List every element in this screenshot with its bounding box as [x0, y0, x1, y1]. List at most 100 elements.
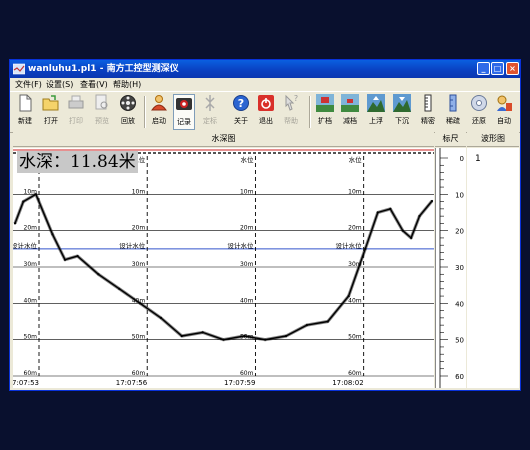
design-level-label: 设计水位	[13, 241, 38, 250]
depth-point	[63, 258, 67, 261]
restore-button[interactable]: 还原	[468, 94, 490, 130]
depth-point	[51, 233, 54, 236]
design-level-label: 设计水位	[336, 241, 363, 250]
ruler-tick-label: 50	[455, 337, 464, 345]
depth-chart-svg: 17:07:53 10m 20m 30m 40m 50m 60m 设计水位 水位 17:07:56…	[10, 149, 434, 387]
print-icon	[68, 95, 84, 109]
ruler-tick-label: 30	[455, 264, 464, 272]
depth-tick-label: 60m	[348, 370, 362, 377]
time-label: 17:08:02	[332, 379, 363, 387]
preview-icon	[95, 94, 108, 110]
depth-point	[97, 273, 100, 276]
depth-tick-label: 30m	[24, 261, 38, 268]
reduce-range-icon	[341, 94, 359, 112]
menu-help[interactable]: 帮助(H)	[113, 78, 141, 91]
wave-panel-title: 波形图	[467, 132, 519, 147]
playback-button[interactable]: 回放	[117, 94, 139, 130]
depth-point	[159, 316, 163, 319]
depth-tick-label: 60m	[24, 370, 38, 377]
sparse-button[interactable]: 稀疏	[442, 94, 464, 130]
depth-point	[201, 331, 204, 334]
depth-point	[22, 200, 25, 203]
depth-point	[364, 247, 367, 250]
window-title: wanluhu1.pl1 - 南方工控型测深仪	[28, 64, 179, 74]
time-label: 17:07:59	[224, 379, 255, 387]
depth-tick-label: 30m	[132, 261, 146, 268]
auto-label: 自动	[497, 117, 511, 125]
depth-tick-label: 40m	[24, 297, 38, 304]
help-button[interactable]: ? 帮助	[280, 94, 302, 130]
depth-readout: 水深：11.84米	[17, 151, 138, 173]
toolbar: 新建 打开 打印 预览 回放 启动 记录 定标 ? 关于 退出 ? 帮助 扩档 …	[10, 91, 520, 133]
ruler-svg: 0 10 20 30 40 50 60	[439, 148, 464, 388]
depth-point	[430, 199, 434, 203]
ruler-tick-label: 20	[455, 228, 464, 236]
depth-point	[118, 287, 121, 290]
menu-file[interactable]: 文件(F)	[15, 78, 42, 91]
reduce-range-button[interactable]: 减档	[339, 94, 361, 130]
calibrate-button[interactable]: 定标	[199, 94, 221, 130]
title-bar[interactable]: wanluhu1.pl1 - 南方工控型测深仪 _ □ ×	[10, 60, 520, 78]
auto-button[interactable]: 自动	[493, 94, 515, 130]
sink-down-icon	[393, 94, 411, 112]
ruler-tick-label: 10	[455, 191, 464, 199]
chart-panel-title: 水深图	[13, 132, 434, 147]
wave-item: 1	[475, 154, 481, 164]
close-button[interactable]: ×	[506, 62, 519, 75]
exit-button[interactable]: 退出	[255, 94, 277, 130]
depth-point	[410, 236, 413, 240]
expand-range-button[interactable]: 扩档	[314, 94, 336, 130]
open-button[interactable]: 打开	[40, 94, 62, 130]
preview-button[interactable]: 预览	[91, 94, 113, 130]
playback-label: 回放	[121, 117, 135, 125]
waveform-panel: 1	[467, 148, 519, 388]
menu-bar: 文件(F) 设置(S) 查看(V) 帮助(H)	[10, 78, 520, 91]
open-folder-icon	[42, 95, 59, 111]
help-icon: ?	[285, 94, 298, 111]
depth-tick-label: 10m	[132, 188, 146, 195]
depth-point	[139, 302, 142, 305]
about-button[interactable]: ? 关于	[230, 94, 252, 130]
restore-icon	[471, 95, 487, 111]
calibrate-icon	[205, 95, 215, 111]
menu-view[interactable]: 查看(V)	[80, 78, 108, 91]
app-icon	[13, 63, 25, 75]
start-button[interactable]: 启动	[148, 94, 170, 130]
depth-tick-label: 50m	[24, 334, 38, 341]
time-label: 17:07:56	[116, 379, 148, 387]
depth-point	[326, 320, 329, 323]
depth-point	[180, 334, 183, 338]
depth-tick-label: 30m	[240, 261, 254, 268]
help-label: 帮助	[284, 117, 298, 125]
svg-text:?: ?	[294, 94, 298, 103]
record-icon	[176, 98, 192, 110]
precision-button[interactable]: 精密	[417, 94, 439, 130]
menu-settings[interactable]: 设置(S)	[46, 78, 73, 91]
depth-tick-label: 20m	[132, 225, 146, 232]
new-button[interactable]: 新建	[14, 94, 36, 130]
depth-tick-label: 60m	[240, 370, 254, 377]
float-up-button[interactable]: 上浮	[365, 94, 387, 130]
depth-point	[264, 338, 267, 341]
depth-point	[284, 334, 288, 338]
about-icon: ?	[233, 95, 249, 111]
depth-tick-label: 20m	[24, 225, 38, 232]
record-button[interactable]: 记录	[173, 94, 195, 130]
depth-chart: 17:07:53 10m 20m 30m 40m 50m 60m 设计水位 水位 17:07:56…	[10, 148, 434, 388]
depth-tick-label: 40m	[348, 297, 362, 304]
maximize-button[interactable]: □	[491, 62, 504, 75]
time-label: 17:07:53	[13, 379, 39, 387]
sink-down-button[interactable]: 下沉	[391, 94, 413, 130]
depth-point	[305, 324, 308, 327]
expand-range-icon	[316, 94, 334, 112]
ruler-tick-label: 40	[455, 300, 464, 308]
depth-tick-label: 10m	[348, 188, 362, 195]
minimize-button[interactable]: _	[477, 62, 490, 75]
depth-tick-label: 40m	[240, 297, 254, 304]
float-up-icon	[367, 94, 385, 112]
depth-point	[243, 334, 246, 338]
depth-point	[222, 338, 225, 341]
exit-icon	[258, 95, 274, 111]
print-button[interactable]: 打印	[65, 94, 87, 130]
depth-point	[347, 294, 350, 298]
